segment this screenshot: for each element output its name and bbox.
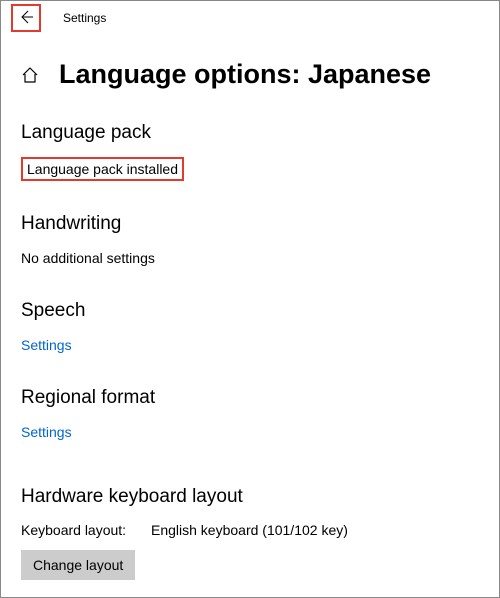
hardware-keyboard-heading: Hardware keyboard layout <box>21 486 479 508</box>
regional-format-settings-link[interactable]: Settings <box>21 424 72 440</box>
titlebar: Settings <box>1 1 499 35</box>
keyboard-layout-row: Keyboard layout: English keyboard (101/1… <box>21 522 479 538</box>
section-speech: Speech Settings <box>21 300 479 355</box>
keyboard-layout-value: English keyboard (101/102 key) <box>151 522 348 538</box>
regional-format-heading: Regional format <box>21 387 479 409</box>
section-language-pack: Language pack Language pack installed <box>21 122 479 181</box>
handwriting-heading: Handwriting <box>21 213 479 235</box>
back-arrow-icon <box>18 9 34 28</box>
section-regional-format: Regional format Settings <box>21 387 479 442</box>
language-pack-status: Language pack installed <box>21 157 184 181</box>
language-pack-heading: Language pack <box>21 122 479 144</box>
section-hardware-keyboard: Hardware keyboard layout Keyboard layout… <box>21 486 479 580</box>
page-title: Language options: Japanese <box>59 59 431 90</box>
back-button[interactable] <box>11 4 41 32</box>
home-icon[interactable] <box>21 66 39 84</box>
speech-heading: Speech <box>21 300 479 322</box>
handwriting-status: No additional settings <box>21 250 155 266</box>
page-header: Language options: Japanese <box>1 59 499 90</box>
section-handwriting: Handwriting No additional settings <box>21 213 479 268</box>
change-layout-button[interactable]: Change layout <box>21 550 135 580</box>
speech-settings-link[interactable]: Settings <box>21 337 72 353</box>
keyboard-layout-label: Keyboard layout: <box>21 522 151 538</box>
content-area: Language pack Language pack installed Ha… <box>1 122 499 580</box>
window-title: Settings <box>63 11 106 25</box>
